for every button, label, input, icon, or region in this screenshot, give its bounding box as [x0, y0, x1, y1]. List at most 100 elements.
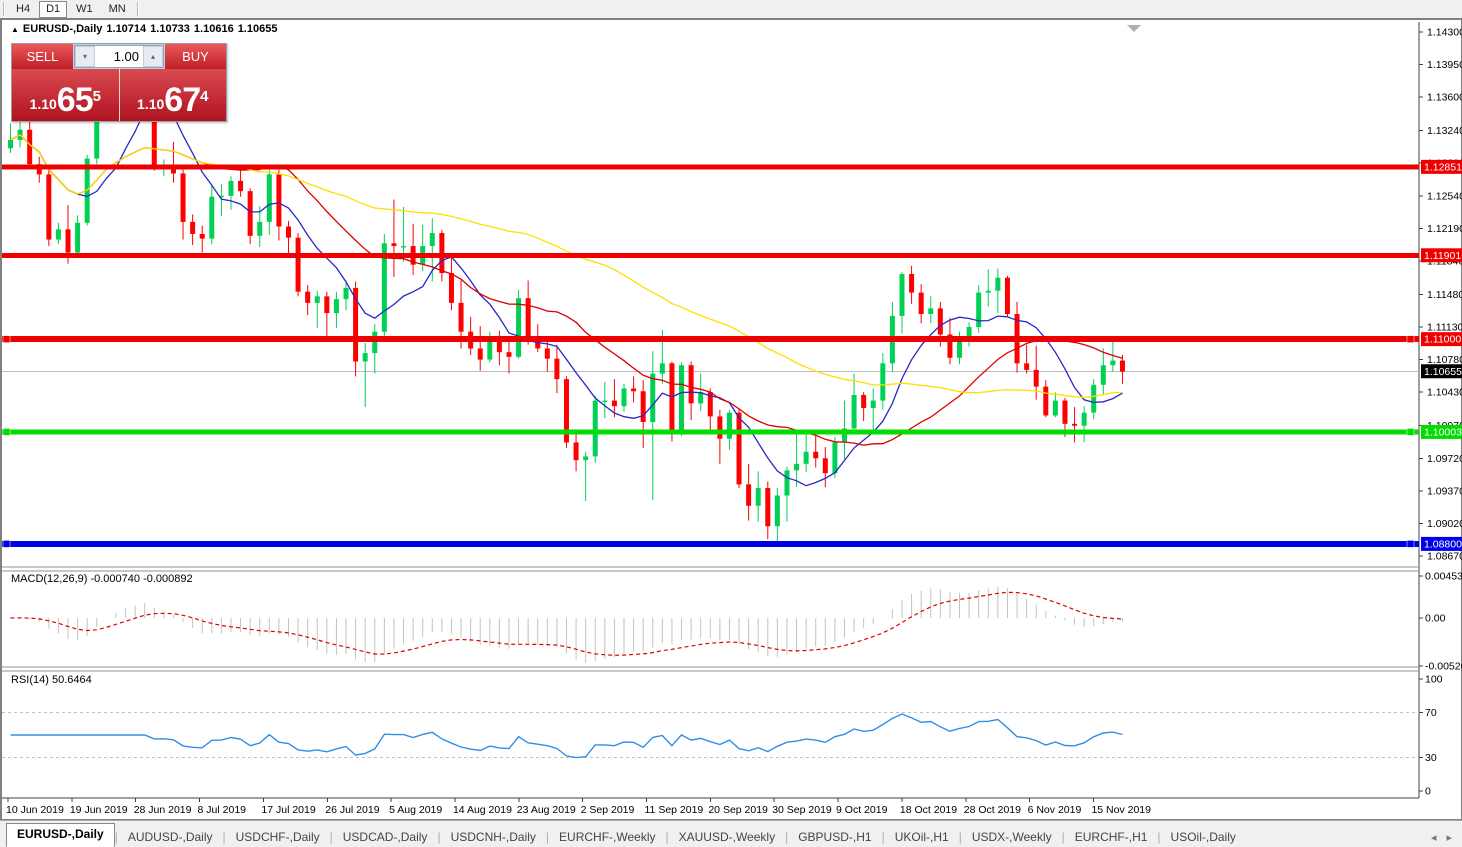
hline-handle[interactable] — [3, 336, 10, 343]
candle-body — [8, 140, 13, 148]
candle-body — [487, 339, 492, 359]
candle-body — [181, 173, 186, 221]
candle-body — [46, 174, 51, 239]
candle-body — [506, 352, 511, 357]
candle-body — [861, 395, 866, 408]
hline-handle[interactable] — [3, 540, 10, 547]
chart-tab-usdcad-daily[interactable]: USDCAD-,Daily — [333, 827, 438, 847]
sell-price-box[interactable]: 1.10655 — [12, 69, 120, 121]
quote-close: 1.10655 — [238, 23, 278, 35]
sell-price-sup: 5 — [93, 77, 101, 117]
chart-window: 1.143001.139501.136001.132401.128901.125… — [0, 18, 1462, 820]
hline-handle[interactable] — [1407, 428, 1414, 435]
chart-tab-eurchf-weekly[interactable]: EURCHF-,Weekly — [549, 827, 665, 847]
date-label: 26 Jul 2019 — [325, 804, 379, 816]
tab-scroll-left-icon[interactable]: ◂ — [1431, 831, 1437, 844]
candle-body — [756, 488, 761, 506]
candle-body — [986, 291, 991, 293]
candle-body — [228, 181, 233, 196]
date-label: 5 Aug 2019 — [389, 804, 442, 816]
candle-body — [449, 273, 454, 303]
volume-up-icon[interactable]: ▴ — [143, 46, 163, 67]
candle-body — [1005, 278, 1010, 314]
chart-canvas[interactable]: 1.143001.139501.136001.132401.128901.125… — [1, 19, 1462, 821]
volume-input[interactable]: 1.00 — [95, 46, 143, 67]
sell-button[interactable]: SELL — [12, 44, 73, 69]
chart-symbol-label: EURUSD-,Daily — [23, 23, 102, 35]
price-tick-label: 1.11480 — [1427, 289, 1462, 301]
period-button-mn[interactable]: MN — [102, 1, 133, 18]
candle-body — [775, 496, 780, 527]
candle-body — [66, 229, 71, 252]
candle-body — [200, 234, 205, 239]
hline-price-label: 1.12851 — [1424, 161, 1462, 173]
hlines-group: 1.128511.119011.110001.100031.08800 — [2, 160, 1462, 551]
price-axis-ticks: 1.143001.139501.136001.132401.128901.125… — [1419, 27, 1462, 563]
candle-body — [574, 442, 579, 460]
candle-body — [305, 292, 310, 303]
candle-body — [784, 470, 789, 495]
date-label: 28 Jun 2019 — [134, 804, 192, 816]
candle-body — [324, 296, 329, 313]
buy-button[interactable]: BUY — [165, 44, 226, 69]
price-tick-label: 1.10430 — [1427, 387, 1462, 399]
candle-body — [919, 293, 924, 314]
moving-average-55 — [11, 135, 1123, 398]
candle-body — [209, 197, 214, 239]
candle-body — [401, 246, 406, 247]
hline-handle[interactable] — [1407, 336, 1414, 343]
chart-shift-marker-icon[interactable] — [1127, 25, 1141, 32]
chart-tab-audusd-daily[interactable]: AUDUSD-,Daily — [118, 827, 223, 847]
chart-tab-usdchf-daily[interactable]: USDCHF-,Daily — [226, 827, 330, 847]
candle-body — [545, 348, 550, 358]
date-label: 10 Jun 2019 — [6, 804, 64, 816]
chart-tab-usdcnh-daily[interactable]: USDCNH-,Daily — [441, 827, 546, 847]
candles-group — [8, 60, 1125, 545]
buy-price-box[interactable]: 1.10674 — [120, 69, 227, 121]
period-button-d1[interactable]: D1 — [39, 1, 67, 18]
candle-body — [315, 296, 320, 303]
candle-body — [689, 365, 694, 403]
collapse-panel-icon[interactable]: ▲ — [11, 25, 19, 34]
mt4-window: H4D1W1MN 1.143001.139501.136001.132401.1… — [0, 0, 1462, 847]
chart-tab-eurchf-h1[interactable]: EURCHF-,H1 — [1065, 827, 1158, 847]
date-label: 6 Nov 2019 — [1028, 804, 1082, 816]
candle-body — [631, 388, 636, 391]
chart-tab-xauusd-weekly[interactable]: XAUUSD-,Weekly — [669, 827, 785, 847]
chart-tab-usdx-weekly[interactable]: USDX-,Weekly — [962, 827, 1062, 847]
candle-body — [660, 363, 665, 373]
candle-body — [267, 174, 272, 221]
hline-price-label: 1.11000 — [1424, 334, 1461, 346]
tabs-holder: EURUSD-,Daily|AUDUSD-,Daily|USDCHF-,Dail… — [0, 823, 1246, 847]
candle-body — [1062, 401, 1067, 424]
date-label: 14 Aug 2019 — [453, 804, 512, 816]
chart-tab-gbpusd-h1[interactable]: GBPUSD-,H1 — [788, 827, 881, 847]
date-label: 28 Oct 2019 — [964, 804, 1021, 816]
chart-tab-usoil-daily[interactable]: USOil-,Daily — [1161, 827, 1246, 847]
hline-handle[interactable] — [3, 428, 10, 435]
candle-body — [852, 395, 857, 429]
period-button-h4[interactable]: H4 — [9, 1, 37, 18]
period-button-w1[interactable]: W1 — [69, 1, 100, 18]
candle-body — [1101, 365, 1106, 385]
candle-body — [296, 238, 301, 292]
tab-scroll-right-icon[interactable]: ▸ — [1446, 831, 1452, 844]
candle-body — [622, 388, 627, 406]
candle-body — [372, 332, 377, 353]
quote-open: 1.10714 — [106, 23, 146, 35]
hline-handle[interactable] — [1407, 540, 1414, 547]
price-tick-label: 1.11130 — [1427, 322, 1462, 334]
date-label: 2 Sep 2019 — [581, 804, 635, 816]
volume-down-icon[interactable]: ▾ — [75, 46, 95, 67]
chart-tab-ukoil-h1[interactable]: UKOil-,H1 — [885, 827, 959, 847]
period-buttons: H4D1W1MN — [8, 1, 134, 18]
date-label: 11 Sep 2019 — [645, 804, 704, 816]
candle-body — [334, 299, 339, 313]
candle-body — [717, 416, 722, 438]
candle-body — [1024, 363, 1029, 370]
chart-tab-eurusd-daily[interactable]: EURUSD-,Daily — [6, 823, 115, 847]
candle-body — [641, 391, 646, 422]
candle-body — [344, 288, 349, 299]
sell-price-prefix: 1.10 — [30, 91, 57, 117]
toolbar-separator — [137, 2, 139, 16]
